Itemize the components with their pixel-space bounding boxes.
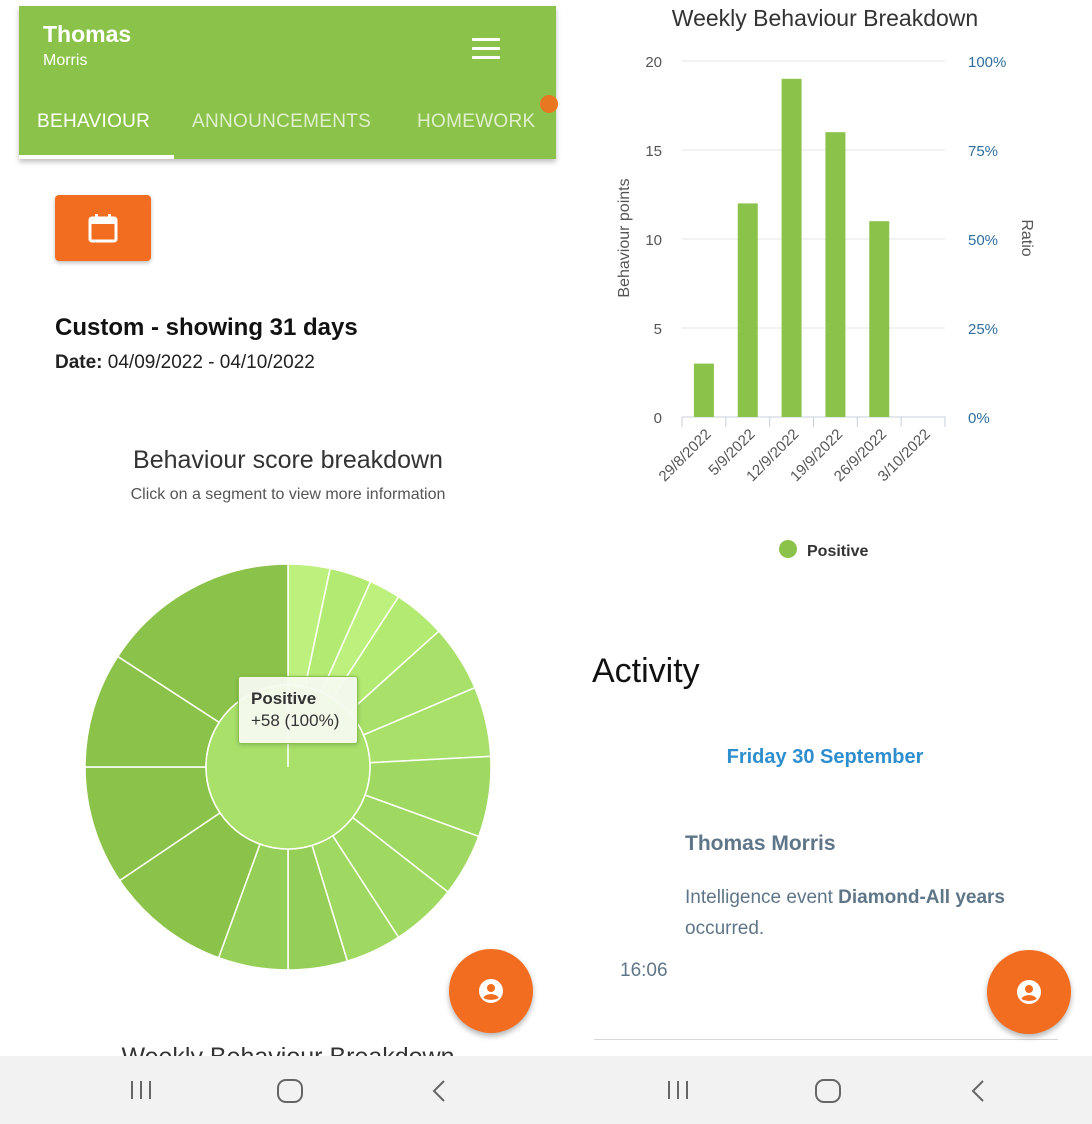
activity-heading: Activity	[592, 652, 700, 690]
period-date: Date: 04/09/2022 - 04/10/2022	[55, 352, 315, 374]
calendar-button[interactable]	[55, 195, 151, 261]
bar[interactable]	[825, 132, 846, 417]
y-right-tick-label: 50%	[968, 232, 998, 249]
account-icon	[479, 979, 503, 1003]
home-icon[interactable]	[814, 1078, 842, 1104]
notification-dot	[540, 95, 558, 113]
period-title: Custom - showing 31 days	[55, 314, 358, 341]
chart-title: Weekly Behaviour Breakdown	[672, 5, 978, 31]
tooltip-name: Positive	[251, 689, 317, 708]
y-tick-label: 5	[654, 321, 662, 338]
tab-behaviour[interactable]: BEHAVIOUR	[37, 111, 150, 133]
activity-divider	[594, 1039, 1058, 1040]
activity-text-suffix: occurred.	[685, 918, 765, 939]
activity-text-prefix: Intelligence event	[685, 887, 833, 908]
activity-description: Intelligence event Diamond-All years occ…	[685, 882, 1045, 944]
profile-fab-button[interactable]	[449, 949, 533, 1033]
system-nav-bar-right	[556, 1056, 1092, 1124]
weekly-behaviour-chart: Weekly Behaviour Breakdown 0 0% 5 25% 10 50% 15…	[616, 5, 1035, 560]
bar[interactable]	[869, 221, 890, 417]
system-nav-bar	[0, 1056, 556, 1124]
recent-apps-icon[interactable]	[666, 1078, 690, 1102]
active-tab-indicator	[19, 155, 174, 159]
y-right-axis-label: Ratio	[1018, 219, 1035, 256]
calendar-icon	[88, 214, 118, 243]
activity-person[interactable]: Thomas Morris	[685, 832, 836, 856]
sunburst-subtitle: Click on a segment to view more informat…	[130, 486, 446, 503]
bar[interactable]	[781, 78, 802, 418]
home-icon[interactable]	[276, 1078, 304, 1104]
sunburst-title: Behaviour score breakdown	[133, 446, 443, 474]
date-range: 04/09/2022 - 04/10/2022	[107, 352, 315, 373]
account-icon	[1017, 980, 1041, 1004]
legend-marker[interactable]	[779, 540, 797, 558]
y-tick-label: 20	[645, 54, 662, 71]
recent-apps-icon[interactable]	[129, 1078, 153, 1102]
menu-icon[interactable]	[472, 38, 500, 60]
student-last-name: Morris	[43, 52, 88, 69]
y-tick-label: 0	[654, 410, 662, 427]
profile-fab-button-right[interactable]	[987, 950, 1071, 1034]
x-tick-label: 29/8/2022	[656, 426, 715, 485]
bar[interactable]	[737, 203, 758, 417]
y-axis-label: Behaviour points	[616, 178, 633, 297]
student-first-name: Thomas	[43, 21, 132, 47]
tooltip-value: +58 (100%)	[251, 711, 340, 730]
sunburst-tooltip: Positive +58 (100%)	[238, 676, 358, 744]
activity-event-name: Diamond-All years	[838, 887, 1005, 908]
y-right-tick-label: 0%	[968, 410, 990, 427]
sunburst-chart[interactable]	[80, 559, 496, 975]
back-icon[interactable]	[967, 1078, 991, 1104]
date-label: Date:	[55, 352, 103, 373]
y-right-tick-label: 100%	[968, 54, 1006, 71]
y-tick-label: 10	[645, 232, 662, 249]
legend-label[interactable]: Positive	[807, 543, 868, 560]
y-right-tick-label: 75%	[968, 143, 998, 160]
tab-announcements[interactable]: ANNOUNCEMENTS	[192, 111, 371, 133]
y-tick-label: 15	[645, 143, 662, 160]
weekly-title-cut: Weekly Behaviour Breakdown	[40, 1040, 536, 1056]
activity-time: 16:06	[620, 960, 668, 981]
app-header: Thomas Morris BEHAVIOUR ANNOUNCEMENTS HO…	[19, 6, 558, 159]
tab-homework[interactable]: HOMEWORK	[417, 111, 536, 133]
bar[interactable]	[693, 363, 714, 417]
activity-date: Friday 30 September	[726, 746, 924, 768]
y-right-tick-label: 25%	[968, 321, 998, 338]
back-icon[interactable]	[428, 1078, 452, 1104]
